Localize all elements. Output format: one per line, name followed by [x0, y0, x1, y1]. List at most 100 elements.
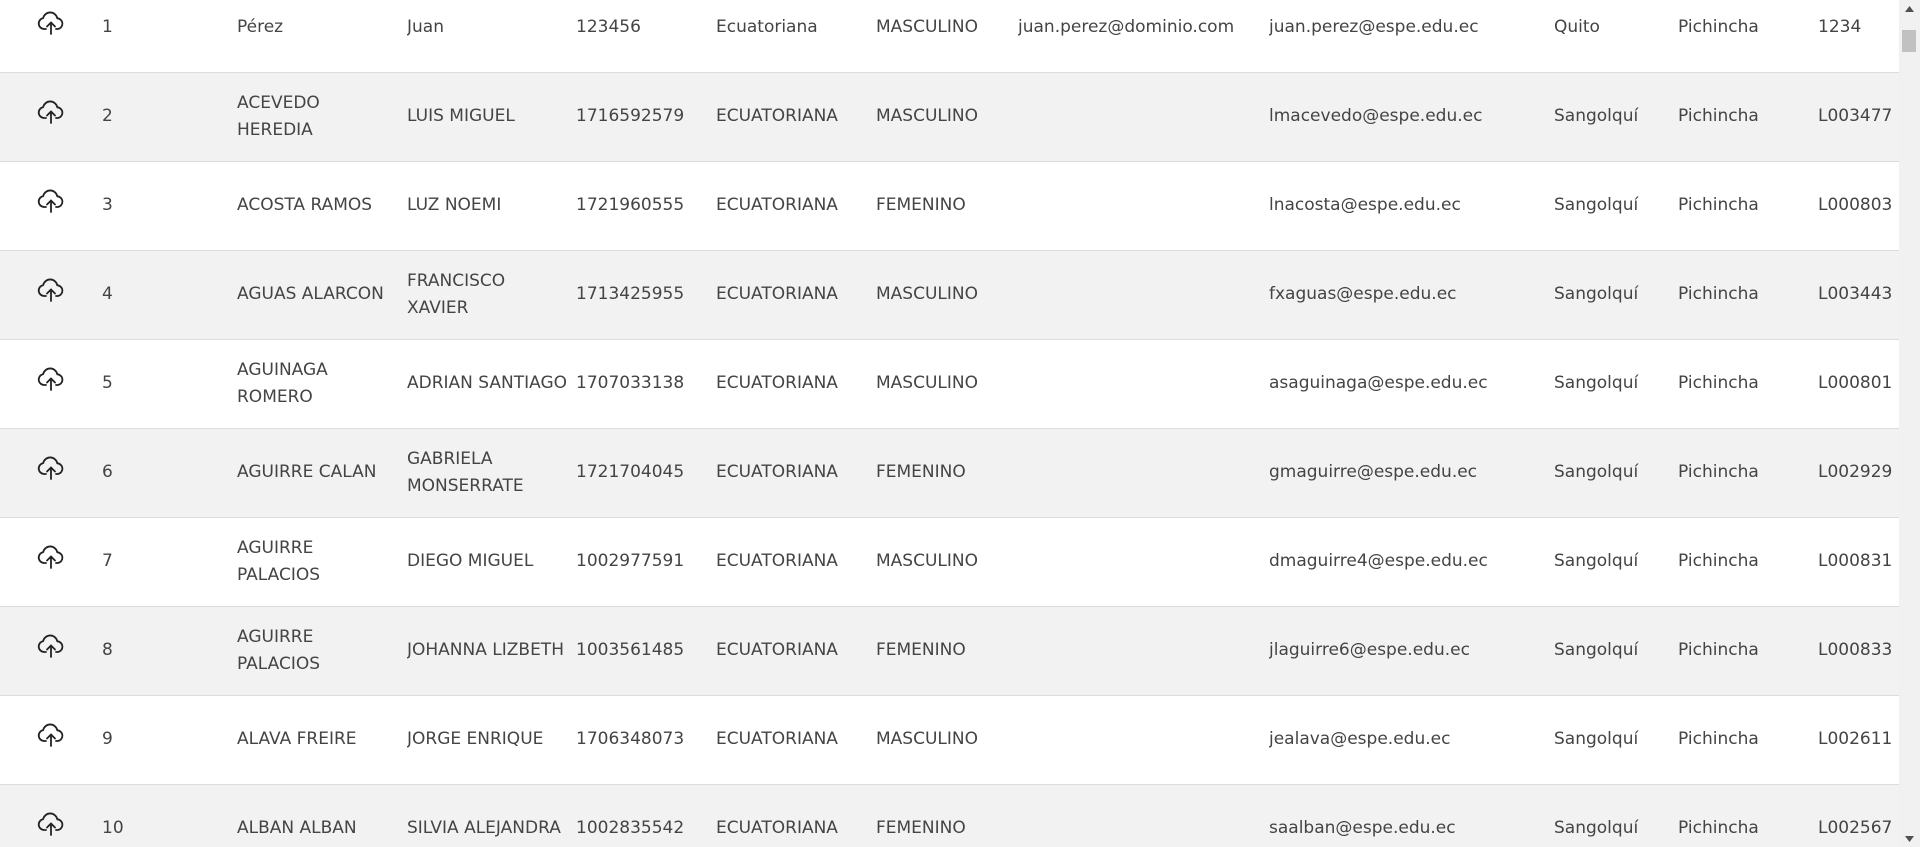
code-cell: 1234 [1818, 16, 1862, 37]
given-names-cell: JORGE ENRIQUE [407, 729, 544, 749]
table-row[interactable]: 5 AGUINAGA ROMERO ADRIAN SANTIAGO 170703313… [0, 339, 1899, 428]
row-number: 4 [102, 284, 113, 304]
surname-cell: AGUIRRE PALACIOS [237, 537, 321, 585]
personal-email-cell: juan.perez@dominio.com [1018, 16, 1235, 37]
province-cell: Pichincha [1678, 640, 1759, 660]
city-cell: Sangolquí [1554, 640, 1639, 660]
row-number: 2 [102, 106, 113, 126]
institutional-email-cell: dmaguirre4@espe.edu.ec [1269, 551, 1488, 571]
upload-icon-cell [0, 250, 102, 339]
institutional-email-cell: saalban@espe.edu.ec [1269, 818, 1456, 838]
upload-icon-cell [0, 339, 102, 428]
province-cell: Pichincha [1678, 818, 1759, 838]
personal-email-cell [1018, 606, 1269, 695]
id-number-cell: 1721960555 [576, 195, 685, 215]
upload-icon-cell [0, 517, 102, 606]
table-row[interactable]: 9 ALAVA FREIRE JORGE ENRIQUE 1706348073 ECUA… [0, 695, 1899, 784]
surname-cell: ACOSTA RAMOS [237, 195, 373, 215]
gender-cell: MASCULINO [876, 373, 978, 393]
data-table: 1 Pérez Juan 123456 Ecuatoriana MASCULINO juan… [0, 0, 1899, 847]
province-cell: Pichincha [1678, 462, 1759, 482]
id-number-cell: 1707033138 [576, 373, 685, 393]
gender-cell: MASCULINO [876, 551, 978, 571]
row-number: 3 [102, 195, 113, 215]
city-cell: Sangolquí [1554, 284, 1639, 304]
upload-icon-cell [0, 161, 102, 250]
personal-email-cell [1018, 250, 1269, 339]
id-number-cell: 1721704045 [576, 462, 685, 482]
table-row[interactable]: 10 ALBAN ALBAN SILVIA ALEJANDRA 1002835542 E… [0, 784, 1899, 847]
city-cell: Sangolquí [1554, 373, 1639, 393]
cloud-upload-icon[interactable] [37, 544, 65, 570]
id-number-cell: 1706348073 [576, 729, 685, 749]
given-names-cell: FRANCISCO XAVIER [407, 270, 506, 318]
given-names-cell: LUIS MIGUEL [407, 106, 515, 126]
row-number: 8 [102, 640, 113, 660]
nationality-cell: ECUATORIANA [716, 462, 838, 482]
gender-cell: MASCULINO [876, 106, 978, 126]
code-cell: L002611 [1818, 729, 1893, 749]
scroll-up-button[interactable] [1899, 0, 1920, 17]
city-cell: Sangolquí [1554, 106, 1639, 126]
cloud-upload-icon[interactable] [37, 366, 65, 392]
scrollbar-thumb[interactable] [1902, 30, 1916, 52]
vertical-scrollbar[interactable] [1899, 0, 1920, 847]
upload-icon-cell [0, 606, 102, 695]
nationality-cell: ECUATORIANA [716, 818, 838, 838]
upload-icon-cell [0, 72, 102, 161]
row-number: 10 [102, 818, 124, 838]
cloud-upload-icon[interactable] [37, 277, 65, 303]
city-cell: Sangolquí [1554, 462, 1639, 482]
nationality-cell: ECUATORIANA [716, 284, 838, 304]
province-cell: Pichincha [1678, 16, 1759, 37]
cloud-upload-icon[interactable] [37, 455, 65, 481]
city-cell: Sangolquí [1554, 551, 1639, 571]
surname-cell: ALBAN ALBAN [237, 818, 357, 838]
table-row[interactable]: 2 ACEVEDO HEREDIA LUIS MIGUEL 1716592579 ECU… [0, 72, 1899, 161]
cloud-upload-icon[interactable] [37, 99, 65, 125]
cloud-upload-icon[interactable] [37, 10, 65, 36]
city-cell: Quito [1554, 16, 1600, 37]
table-row[interactable]: 1 Pérez Juan 123456 Ecuatoriana MASCULINO juan… [0, 0, 1899, 72]
row-number: 9 [102, 729, 113, 749]
given-names-cell: ADRIAN SANTIAGO [407, 373, 568, 393]
nationality-cell: ECUATORIANA [716, 195, 838, 215]
table-row[interactable]: 8 AGUIRRE PALACIOS JOHANNA LIZBETH 10035614… [0, 606, 1899, 695]
cloud-upload-icon[interactable] [37, 633, 65, 659]
surname-cell: AGUIRRE CALAN [237, 462, 377, 482]
upload-icon-cell [0, 784, 102, 847]
table-row[interactable]: 6 AGUIRRE CALAN GABRIELA MONSERRATE 1721704… [0, 428, 1899, 517]
cloud-upload-icon[interactable] [37, 188, 65, 214]
personal-email-cell [1018, 784, 1269, 847]
city-cell: Sangolquí [1554, 195, 1639, 215]
row-number: 6 [102, 462, 113, 482]
code-cell: L000833 [1818, 640, 1893, 660]
surname-cell: Pérez [237, 16, 284, 37]
province-cell: Pichincha [1678, 373, 1759, 393]
code-cell: L002567 [1818, 818, 1893, 838]
upload-icon-cell [0, 428, 102, 517]
table-row[interactable]: 7 AGUIRRE PALACIOS DIEGO MIGUEL 1002977591 E… [0, 517, 1899, 606]
cloud-upload-icon[interactable] [37, 811, 65, 837]
triangle-up-icon [1905, 5, 1914, 12]
personal-email-cell [1018, 517, 1269, 606]
city-cell: Sangolquí [1554, 818, 1639, 838]
province-cell: Pichincha [1678, 729, 1759, 749]
table-row[interactable]: 3 ACOSTA RAMOS LUZ NOEMI 1721960555 ECUATORI… [0, 161, 1899, 250]
given-names-cell: JOHANNA LIZBETH [407, 640, 564, 660]
institutional-email-cell: fxaguas@espe.edu.ec [1269, 284, 1457, 304]
institutional-email-cell: jealava@espe.edu.ec [1269, 729, 1451, 749]
scroll-down-button[interactable] [1899, 830, 1920, 847]
province-cell: Pichincha [1678, 106, 1759, 126]
table-viewport: 1 Pérez Juan 123456 Ecuatoriana MASCULINO juan… [0, 0, 1899, 847]
personal-email-cell [1018, 695, 1269, 784]
row-number: 7 [102, 551, 113, 571]
province-cell: Pichincha [1678, 551, 1759, 571]
cloud-upload-icon[interactable] [37, 722, 65, 748]
nationality-cell: ECUATORIANA [716, 729, 838, 749]
table-row[interactable]: 4 AGUAS ALARCON FRANCISCO XAVIER 1713425955… [0, 250, 1899, 339]
code-cell: L000803 [1818, 195, 1893, 215]
id-number-cell: 1716592579 [576, 106, 685, 126]
id-number-cell: 1003561485 [576, 640, 685, 660]
given-names-cell: DIEGO MIGUEL [407, 551, 534, 571]
